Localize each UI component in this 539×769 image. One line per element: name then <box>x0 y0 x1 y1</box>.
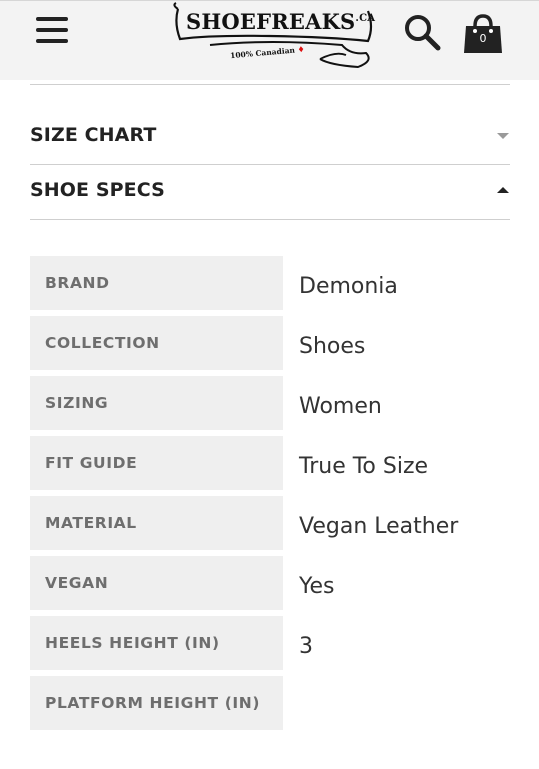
chevron-up-icon <box>497 187 509 193</box>
spec-label: COLLECTION <box>30 316 283 370</box>
accordion-shoe-specs[interactable]: SHOE SPECS <box>0 173 539 209</box>
spec-row-material: MATERIAL Vegan Leather <box>30 496 510 550</box>
spec-row-platform-height: PLATFORM HEIGHT (IN) <box>30 676 510 730</box>
cart-count-badge: 0 <box>479 32 487 45</box>
spec-row-collection: COLLECTION Shoes <box>30 316 510 370</box>
spec-value: 3 <box>299 633 313 659</box>
section-divider <box>30 219 510 220</box>
spec-row-vegan: VEGAN Yes <box>30 556 510 610</box>
section-divider <box>30 164 510 165</box>
spec-value: Vegan Leather <box>299 513 459 539</box>
spec-row-sizing: SIZING Women <box>30 376 510 430</box>
spec-row-brand: BRAND Demonia <box>30 256 510 310</box>
hamburger-menu-icon[interactable] <box>36 17 68 47</box>
spec-value: Yes <box>299 573 335 599</box>
spec-label: VEGAN <box>30 556 283 610</box>
search-icon[interactable] <box>403 13 443 53</box>
cart-button[interactable]: 0 <box>462 13 504 55</box>
spec-label: PLATFORM HEIGHT (IN) <box>30 676 283 730</box>
chevron-down-icon <box>497 133 509 139</box>
maple-leaf-icon: ♦ <box>297 43 306 55</box>
product-page: SHOEFREAKS.CA 100% Canadian ♦ 0 SIZE CHA… <box>0 0 539 769</box>
site-logo[interactable]: SHOEFREAKS.CA 100% Canadian ♦ <box>170 1 376 71</box>
spec-value: Women <box>299 393 382 419</box>
spec-label: SIZING <box>30 376 283 430</box>
spec-value: Demonia <box>299 273 398 299</box>
spec-row-fit-guide: FIT GUIDE True To Size <box>30 436 510 490</box>
accordion-title: SIZE CHART <box>30 124 157 146</box>
accordion-title: SHOE SPECS <box>30 179 165 201</box>
accordion-size-chart[interactable]: SIZE CHART <box>0 118 539 154</box>
spec-label: FIT GUIDE <box>30 436 283 490</box>
section-divider <box>30 84 510 85</box>
spec-value: Shoes <box>299 333 366 359</box>
shoe-specs-table: BRAND Demonia COLLECTION Shoes SIZING Wo… <box>30 256 510 736</box>
logo-text: SHOEFREAKS.CA <box>186 9 376 34</box>
spec-label: BRAND <box>30 256 283 310</box>
spec-label: MATERIAL <box>30 496 283 550</box>
spec-row-heels-height: HEELS HEIGHT (IN) 3 <box>30 616 510 670</box>
site-header: SHOEFREAKS.CA 100% Canadian ♦ 0 <box>0 0 539 80</box>
spec-value: True To Size <box>299 453 429 479</box>
spec-label: HEELS HEIGHT (IN) <box>30 616 283 670</box>
